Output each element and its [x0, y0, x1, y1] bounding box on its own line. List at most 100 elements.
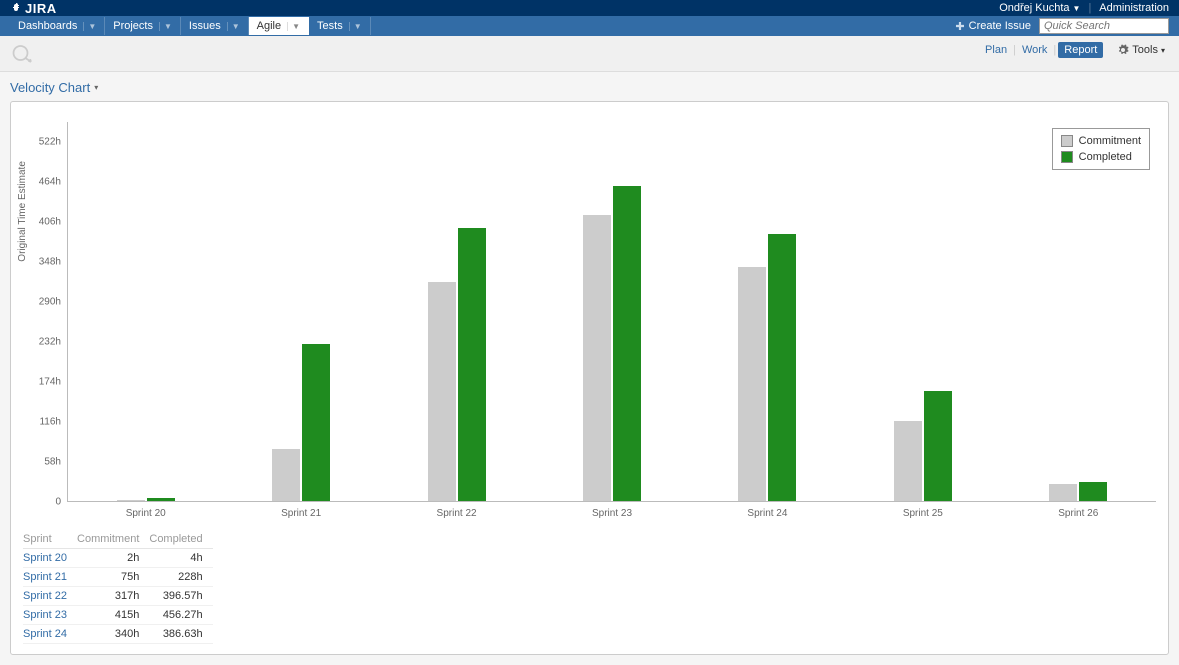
xtick: Sprint 21	[281, 508, 321, 519]
cell-completed: 4h	[149, 549, 212, 568]
bar-commitment[interactable]	[272, 449, 300, 501]
view-work[interactable]: Work	[1018, 42, 1051, 58]
chevron-down-icon: ▼	[227, 22, 240, 31]
subheader: Plan | Work | Report Tools ▾	[0, 36, 1179, 72]
bar-completed[interactable]	[302, 344, 330, 501]
legend-commitment: Commitment	[1061, 133, 1141, 149]
bar-commitment[interactable]	[117, 500, 145, 501]
quick-search-input[interactable]	[1039, 18, 1169, 34]
bar-group	[272, 344, 330, 501]
ytick: 290h	[39, 297, 61, 308]
ytick: 406h	[39, 217, 61, 228]
view-switcher: Plan | Work | Report Tools ▾	[981, 42, 1169, 58]
separator: |	[1088, 2, 1091, 14]
ytick: 232h	[39, 337, 61, 348]
tools-menu[interactable]: Tools ▾	[1113, 42, 1169, 58]
cell-commitment: 317h	[77, 587, 149, 606]
chart-selector[interactable]: Velocity Chart ▾	[10, 80, 1169, 95]
administration-link[interactable]: Administration	[1099, 2, 1169, 14]
chart-legend: Commitment Completed	[1052, 128, 1150, 170]
tools-label: Tools	[1132, 44, 1158, 56]
view-report[interactable]: Report	[1058, 42, 1103, 58]
bar-commitment[interactable]	[583, 215, 611, 501]
ytick: 58h	[44, 457, 61, 468]
bar-commitment[interactable]	[428, 282, 456, 501]
nav-label: Issues	[189, 20, 221, 32]
table-row: Sprint 24340h386.63h	[23, 625, 213, 644]
xtick: Sprint 25	[903, 508, 943, 519]
chevron-down-icon: ▼	[349, 22, 362, 31]
legend-swatch-icon	[1061, 135, 1073, 147]
sprint-link[interactable]: Sprint 21	[23, 571, 67, 583]
separator: |	[1013, 44, 1016, 56]
chart-panel: Original Time Estimate 058h116h174h232h2…	[10, 101, 1169, 655]
bar-commitment[interactable]	[894, 421, 922, 501]
chevron-down-icon: ▼	[287, 22, 300, 31]
nav-label: Tests	[317, 20, 343, 32]
table-row: Sprint 2175h228h	[23, 568, 213, 587]
gear-icon	[1117, 44, 1129, 56]
sprint-link[interactable]: Sprint 22	[23, 590, 67, 602]
nav-dashboards[interactable]: Dashboards ▼	[10, 17, 105, 35]
bar-completed[interactable]	[1079, 482, 1107, 501]
xtick: Sprint 26	[1058, 508, 1098, 519]
view-plan[interactable]: Plan	[981, 42, 1011, 58]
nav-agile[interactable]: Agile▼	[249, 17, 309, 35]
cell-commitment: 415h	[77, 606, 149, 625]
velocity-table: Sprint Commitment Completed Sprint 202h4…	[23, 530, 1156, 644]
xtick: Sprint 23	[592, 508, 632, 519]
plot-area: Commitment Completed Sprint 20Sprint 21S…	[67, 122, 1156, 502]
bar-completed[interactable]	[147, 498, 175, 501]
create-issue-button[interactable]: ✚ Create Issue	[955, 20, 1031, 33]
nav-issues[interactable]: Issues ▼	[181, 17, 249, 35]
xtick: Sprint 20	[126, 508, 166, 519]
sprint-link[interactable]: Sprint 23	[23, 609, 67, 621]
bar-group	[894, 391, 952, 501]
bar-completed[interactable]	[458, 228, 486, 501]
bar-group	[428, 228, 486, 501]
nav-left: Dashboards▼ Projects▼ Issues▼ Agile▼ Tes…	[10, 17, 371, 35]
chevron-down-icon: ▼	[83, 22, 96, 31]
topbar: JIRA Ondřej Kuchta ▼ | Administration	[0, 0, 1179, 16]
cell-commitment: 2h	[77, 549, 149, 568]
bar-completed[interactable]	[768, 234, 796, 501]
bar-group	[1049, 482, 1107, 501]
nav-label: Dashboards	[18, 20, 77, 32]
cell-completed: 228h	[149, 568, 212, 587]
legend-swatch-icon	[1061, 151, 1073, 163]
table-row: Sprint 23415h456.27h	[23, 606, 213, 625]
navbar: Dashboards▼ Projects▼ Issues▼ Agile▼ Tes…	[0, 16, 1179, 36]
ytick: 522h	[39, 137, 61, 148]
xtick: Sprint 24	[747, 508, 787, 519]
yaxis: 058h116h174h232h290h348h406h464h522h	[23, 122, 67, 502]
ytick: 0	[55, 497, 61, 508]
ytick: 348h	[39, 257, 61, 268]
cell-completed: 396.57h	[149, 587, 212, 606]
chevron-down-icon: ▾	[1161, 46, 1165, 55]
xtick: Sprint 22	[437, 508, 477, 519]
plus-icon: ✚	[955, 20, 964, 33]
table-header: Sprint	[23, 530, 77, 549]
nav-tests[interactable]: Tests ▼	[309, 17, 371, 35]
bar-commitment[interactable]	[1049, 484, 1077, 501]
nav-label: Projects	[113, 20, 153, 32]
chart-selector-label: Velocity Chart	[10, 80, 90, 95]
chevron-down-icon: ▾	[94, 83, 98, 92]
bar-group	[117, 498, 175, 501]
bar-completed[interactable]	[924, 391, 952, 501]
ytick: 116h	[39, 417, 61, 428]
legend-completed: Completed	[1061, 149, 1141, 165]
sprint-link[interactable]: Sprint 20	[23, 552, 67, 564]
table-header: Completed	[149, 530, 212, 549]
product-name: JIRA	[25, 1, 57, 16]
user-menu[interactable]: Ondřej Kuchta ▼	[999, 2, 1080, 14]
chevron-down-icon: ▼	[1073, 4, 1081, 13]
bar-completed[interactable]	[613, 186, 641, 501]
jira-logo[interactable]: JIRA	[10, 1, 57, 16]
ytick: 464h	[39, 177, 61, 188]
nav-projects[interactable]: Projects▼	[105, 17, 181, 35]
bar-commitment[interactable]	[738, 267, 766, 501]
table-header: Commitment	[77, 530, 149, 549]
sprint-link[interactable]: Sprint 24	[23, 628, 67, 640]
table-row: Sprint 20 2h4h	[23, 549, 213, 568]
